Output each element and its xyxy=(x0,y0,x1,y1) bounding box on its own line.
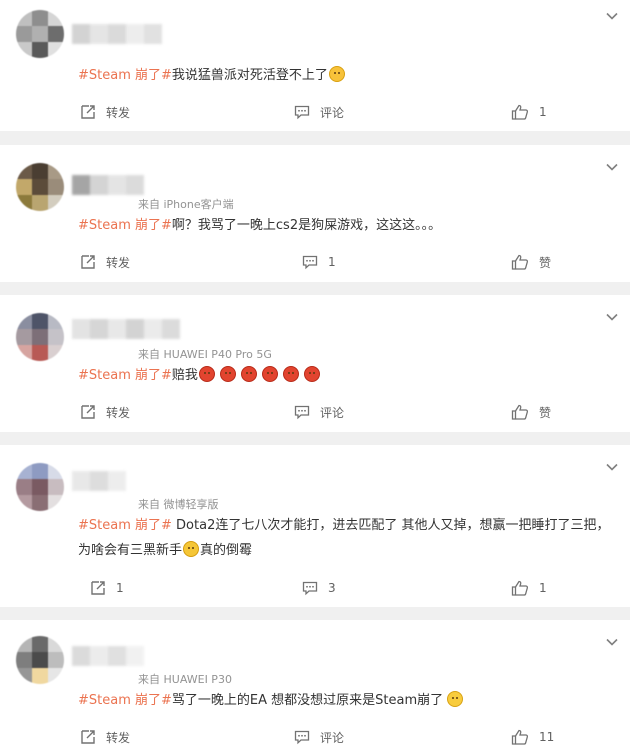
avatar[interactable] xyxy=(16,10,64,58)
thumbs-up-icon xyxy=(511,254,529,270)
comment-card: 来自 iPhone客户端 #Steam 崩了#啊？我骂了一晚上cs2是狗屎游戏，… xyxy=(0,145,630,282)
thumbs-up-icon xyxy=(511,580,529,596)
avatar[interactable] xyxy=(16,163,64,211)
username[interactable] xyxy=(72,24,162,44)
comment-body: 我说猛兽派对死活登不上了 xyxy=(171,68,328,83)
topic-link[interactable]: #Steam 崩了# xyxy=(78,218,172,233)
repost-button[interactable]: 1 xyxy=(90,578,124,598)
comment-card: #Steam 崩了#我说猛兽派对死活登不上了 转发 评论 1 xyxy=(0,0,630,131)
comment-card: 来自 微博轻享版 #Steam 崩了# Dota2连了七八次才能打，进去匹配了 … xyxy=(0,445,630,607)
angry-emoji-icon xyxy=(219,366,236,382)
comment-label: 评论 xyxy=(320,405,345,420)
like-label: 赞 xyxy=(539,255,552,270)
action-bar: 转发 评论 1 xyxy=(0,102,630,122)
avatar[interactable] xyxy=(16,463,64,511)
username[interactable] xyxy=(72,175,144,195)
source-info: 来自 微博轻享版 xyxy=(138,498,219,511)
source-info: 来自 HUAWEI P30 xyxy=(138,673,232,686)
topic-link[interactable]: #Steam 崩了# xyxy=(78,693,172,708)
repost-icon xyxy=(81,405,95,419)
repost-button[interactable]: 转发 xyxy=(80,102,130,122)
repost-label: 转发 xyxy=(106,255,131,270)
comment-icon xyxy=(294,105,310,120)
comment-icon xyxy=(302,255,318,270)
action-bar: 转发 评论 赞 xyxy=(0,402,630,422)
angry-emoji-icon xyxy=(198,366,215,382)
comment-body: 啊？我骂了一晚上cs2是狗屎游戏，这这这。。。 xyxy=(171,218,442,233)
source-info: 来自 iPhone客户端 xyxy=(138,198,234,211)
chevron-down-icon[interactable] xyxy=(606,161,618,173)
angry-emoji-icon xyxy=(282,366,299,382)
thumbs-up-icon xyxy=(511,729,529,745)
like-label: 1 xyxy=(539,581,547,595)
chevron-down-icon[interactable] xyxy=(606,10,618,22)
like-button[interactable]: 赞 xyxy=(511,402,551,422)
repost-icon xyxy=(81,105,95,119)
topic-link[interactable]: #Steam 崩了# xyxy=(78,368,172,383)
comment-button[interactable]: 1 xyxy=(302,252,336,272)
like-label: 赞 xyxy=(539,405,552,420)
angry-emoji-icon xyxy=(261,366,278,382)
comment-label: 1 xyxy=(328,255,336,269)
comment-button[interactable]: 评论 xyxy=(294,727,344,747)
like-label: 1 xyxy=(539,105,547,119)
repost-icon xyxy=(81,255,95,269)
comment-button[interactable]: 3 xyxy=(302,578,336,598)
repost-label: 1 xyxy=(116,581,124,595)
repost-button[interactable]: 转发 xyxy=(80,402,130,422)
comment-text: #Steam 崩了#骂了一晚上的EA 想都没想过原来是Steam崩了 xyxy=(78,688,614,713)
repost-label: 转发 xyxy=(106,405,131,420)
comment-icon xyxy=(294,405,310,420)
repost-button[interactable]: 转发 xyxy=(80,252,130,272)
thumbs-up-icon xyxy=(511,404,529,420)
topic-link[interactable]: #Steam 崩了# xyxy=(78,68,172,83)
comment-text: #Steam 崩了#啊？我骂了一晚上cs2是狗屎游戏，这这这。。。 xyxy=(78,213,614,238)
source-info: 来自 HUAWEI P40 Pro 5G xyxy=(138,348,272,361)
username[interactable] xyxy=(72,646,144,666)
chevron-down-icon[interactable] xyxy=(606,461,618,473)
comment-label: 评论 xyxy=(320,730,345,745)
like-button[interactable]: 1 xyxy=(511,578,547,598)
comment-body-end: 真的倒霉 xyxy=(200,543,253,558)
username[interactable] xyxy=(72,319,180,339)
comment-button[interactable]: 评论 xyxy=(294,402,344,422)
comment-label: 评论 xyxy=(320,105,345,120)
comment-button[interactable]: 评论 xyxy=(294,102,344,122)
repost-label: 转发 xyxy=(106,105,131,120)
chevron-down-icon[interactable] xyxy=(606,311,618,323)
action-bar: 1 3 1 xyxy=(0,578,630,598)
comment-icon xyxy=(294,730,310,745)
comment-card: 来自 HUAWEI P40 Pro 5G #Steam 崩了#赔我 转发 评论 … xyxy=(0,295,630,432)
comment-text: #Steam 崩了#赔我 xyxy=(78,363,614,388)
like-label: 11 xyxy=(539,730,555,744)
angry-emoji-icon xyxy=(303,366,320,382)
comment-body: 赔我 xyxy=(171,368,198,383)
avatar[interactable] xyxy=(16,313,64,361)
smirk-emoji-icon xyxy=(328,66,345,82)
like-button[interactable]: 11 xyxy=(511,727,554,747)
action-bar: 转发 1 赞 xyxy=(0,252,630,272)
comment-icon xyxy=(302,581,318,596)
action-bar: 转发 评论 11 xyxy=(0,727,630,747)
thinking-emoji-icon xyxy=(447,691,464,707)
repost-icon xyxy=(91,581,105,595)
angry-emoji-icon xyxy=(240,366,257,382)
avatar[interactable] xyxy=(16,636,64,684)
like-button[interactable]: 1 xyxy=(511,102,547,122)
thumbs-up-icon xyxy=(511,104,529,120)
comment-text: #Steam 崩了#我说猛兽派对死活登不上了 xyxy=(78,63,614,88)
repost-button[interactable]: 转发 xyxy=(80,727,130,747)
comment-card: 来自 HUAWEI P30 #Steam 崩了#骂了一晚上的EA 想都没想过原来… xyxy=(0,620,630,751)
comment-label: 3 xyxy=(328,581,336,595)
username[interactable] xyxy=(72,471,126,491)
comment-feed: #Steam 崩了#我说猛兽派对死活登不上了 转发 评论 1 来自 iPhone… xyxy=(0,0,630,751)
repost-icon xyxy=(81,730,95,744)
comment-text: #Steam 崩了# Dota2连了七八次才能打，进去匹配了 其他人又掉，想赢一… xyxy=(78,513,614,563)
chevron-down-icon[interactable] xyxy=(606,636,618,648)
topic-link[interactable]: #Steam 崩了# xyxy=(78,518,172,533)
comment-body: 骂了一晚上的EA 想都没想过原来是Steam崩了 xyxy=(171,693,444,708)
repost-label: 转发 xyxy=(106,730,131,745)
laugh-cry-emoji-icon xyxy=(183,541,200,557)
like-button[interactable]: 赞 xyxy=(511,252,551,272)
